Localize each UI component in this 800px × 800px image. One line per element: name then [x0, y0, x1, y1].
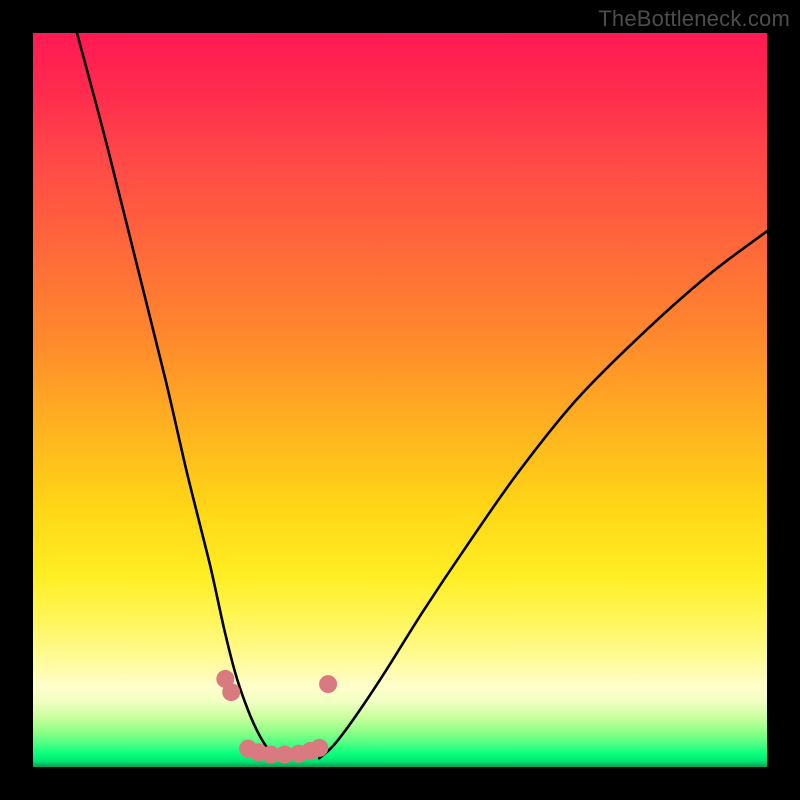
plot-area: [33, 33, 767, 767]
marker-dot: [319, 675, 337, 693]
marker-group: [216, 670, 337, 764]
bottleneck-curve-left: [77, 33, 279, 758]
curve-layer: [33, 33, 767, 767]
chart-frame: TheBottleneck.com: [0, 0, 800, 800]
marker-dot: [222, 683, 240, 701]
watermark-text: TheBottleneck.com: [598, 6, 790, 32]
marker-dot: [310, 739, 328, 757]
bottleneck-curve-right: [319, 231, 767, 758]
